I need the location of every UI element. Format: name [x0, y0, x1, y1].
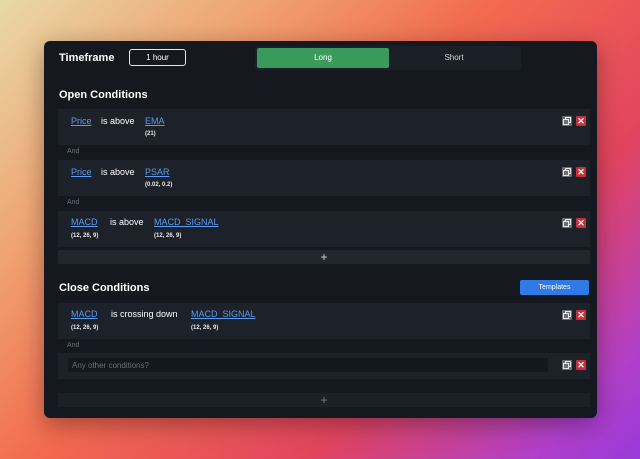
condition-right-params: (0.02, 0.2)	[145, 182, 173, 188]
add-open-condition-button[interactable]: +	[58, 250, 590, 264]
condition-left-params: (12, 26, 9)	[71, 233, 99, 239]
and-separator: And	[67, 342, 80, 349]
condition-operator: is above	[101, 116, 135, 126]
condition-right-params: (21)	[145, 131, 156, 137]
and-separator: And	[67, 148, 80, 155]
close-icon[interactable]: ✕	[576, 360, 586, 370]
condition-right-operand[interactable]: MACD_SIGNAL	[154, 217, 219, 227]
condition-left-operand[interactable]: Price	[71, 167, 92, 177]
close-icon[interactable]: ✕	[576, 116, 586, 126]
open-condition-row: Price is above EMA (21) ✕	[58, 109, 590, 145]
condition-left-operand[interactable]: MACD	[71, 217, 98, 227]
and-separator: And	[67, 199, 80, 206]
add-close-condition-button[interactable]: +	[58, 393, 590, 407]
open-conditions-title: Open Conditions	[59, 89, 148, 101]
condition-right-params: (12, 26, 9)	[154, 233, 182, 239]
close-icon[interactable]: ✕	[576, 167, 586, 177]
condition-right-operand[interactable]: EMA	[145, 116, 165, 126]
condition-operator: is above	[110, 217, 144, 227]
close-conditions-title: Close Conditions	[59, 282, 150, 294]
close-icon[interactable]: ✕	[576, 310, 586, 320]
condition-operator: is above	[101, 167, 135, 177]
close-icon[interactable]: ✕	[576, 218, 586, 228]
timeframe-label: Timeframe	[59, 52, 115, 64]
side-short-option[interactable]: Short	[388, 48, 520, 68]
condition-right-operand[interactable]: MACD_SIGNAL	[191, 309, 256, 319]
other-conditions-input[interactable]	[68, 358, 548, 372]
strategy-panel: Timeframe 1 hour Long Short Open Conditi…	[44, 41, 597, 418]
timeframe-select-button[interactable]: 1 hour	[129, 49, 186, 66]
close-condition-row: MACD (12, 26, 9) is crossing down MACD_S…	[58, 303, 590, 339]
open-condition-row: Price is above PSAR (0.02, 0.2) ✕	[58, 160, 590, 196]
side-long-option[interactable]: Long	[257, 48, 389, 68]
copy-icon[interactable]	[562, 167, 572, 177]
copy-icon[interactable]	[562, 116, 572, 126]
copy-icon[interactable]	[562, 360, 572, 370]
condition-left-operand[interactable]: MACD	[71, 309, 98, 319]
side-toggle: Long Short	[255, 46, 521, 70]
panel-header: Timeframe 1 hour Long Short	[44, 41, 597, 77]
open-condition-row: MACD (12, 26, 9) is above MACD_SIGNAL (1…	[58, 211, 590, 247]
condition-right-params: (12, 26, 9)	[191, 325, 219, 331]
condition-left-params: (12, 26, 9)	[71, 325, 99, 331]
copy-icon[interactable]	[562, 310, 572, 320]
condition-operator: is crossing down	[111, 309, 178, 319]
condition-right-operand[interactable]: PSAR	[145, 167, 170, 177]
copy-icon[interactable]	[562, 218, 572, 228]
templates-button[interactable]: Templates	[520, 280, 589, 295]
condition-left-operand[interactable]: Price	[71, 116, 92, 126]
